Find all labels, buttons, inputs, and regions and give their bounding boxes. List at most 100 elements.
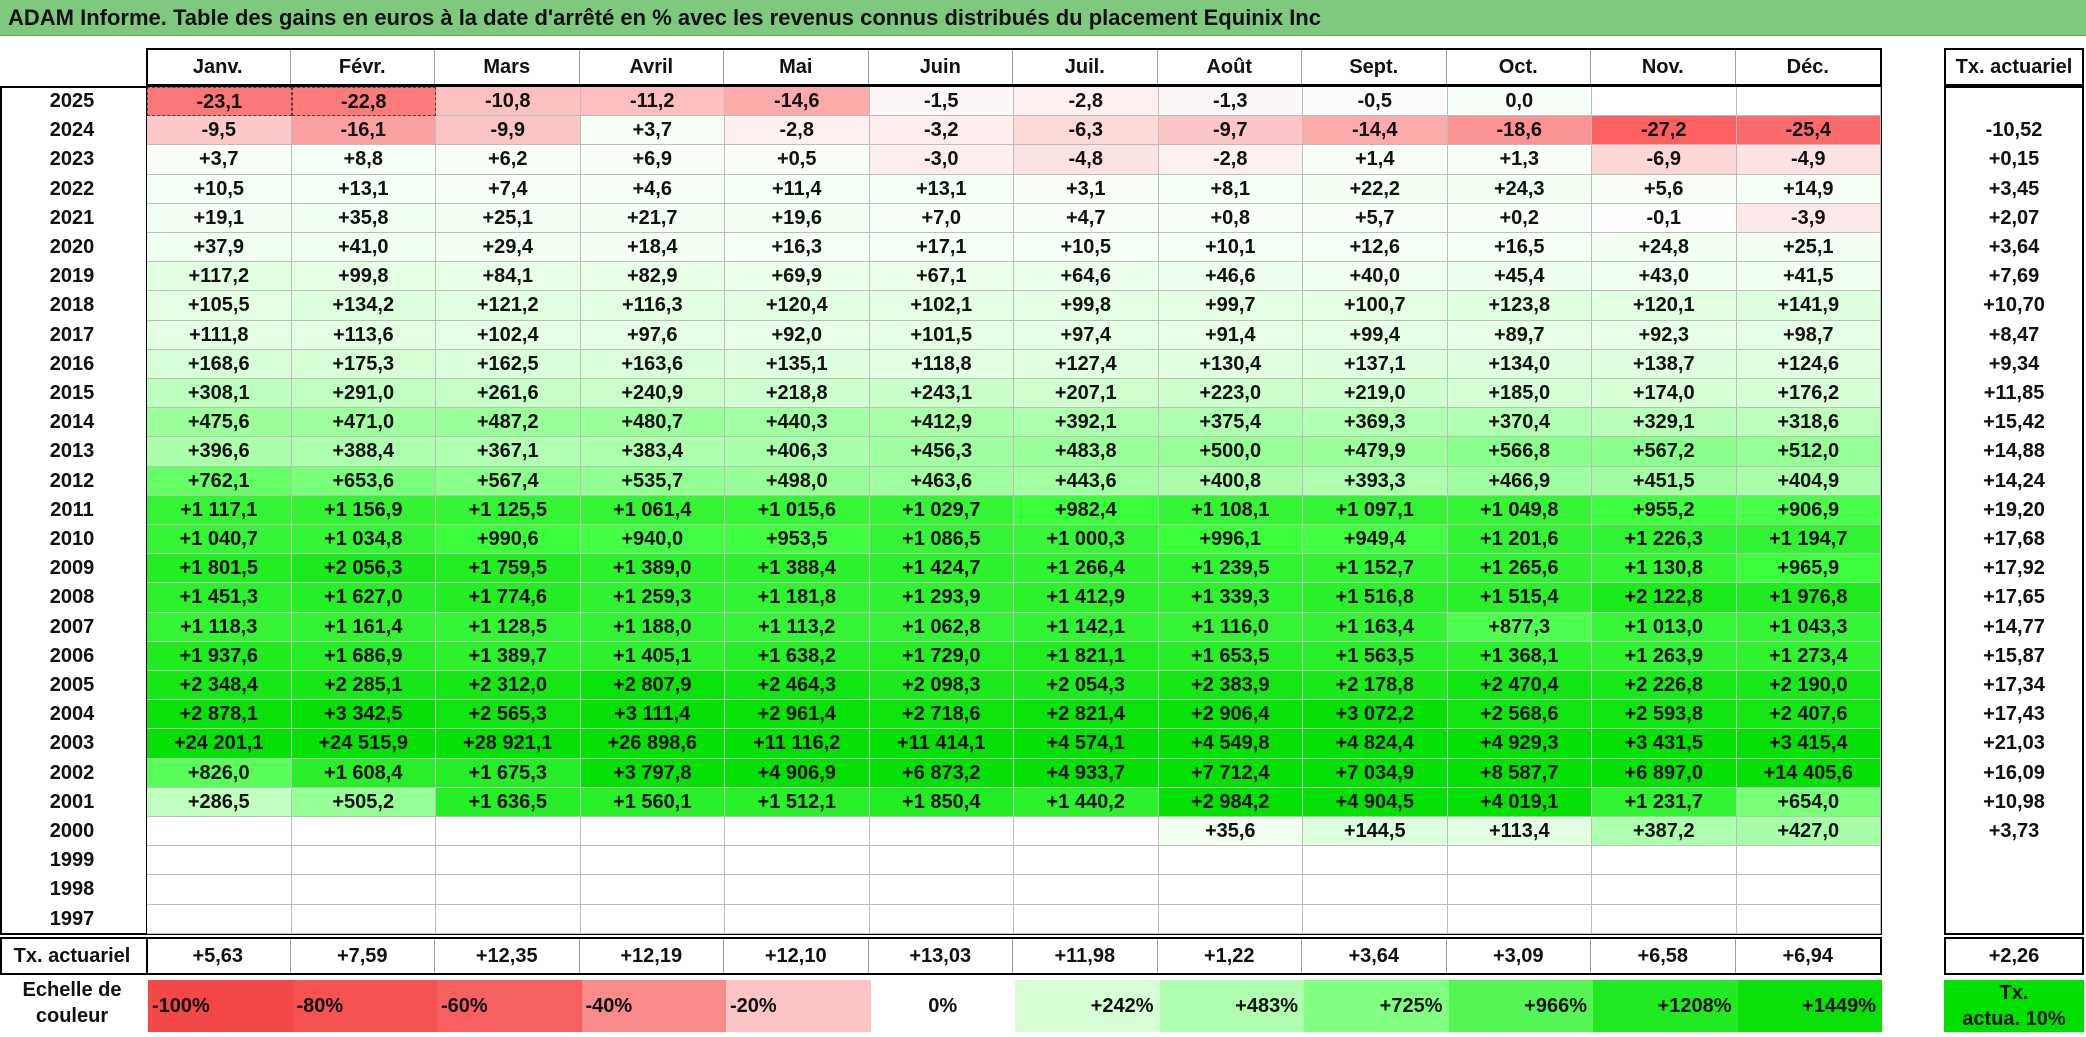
table-cell: +1 774,6 <box>436 583 581 613</box>
table-cell: +4,7 <box>1014 203 1159 233</box>
tx-value: +7,69 <box>1988 265 2040 288</box>
table-cell: +1 142,1 <box>1014 612 1159 642</box>
table-cell: +1 108,1 <box>1158 495 1303 525</box>
table-cell: +1,3 <box>1447 145 1592 175</box>
table-cell: +1 201,6 <box>1447 525 1592 555</box>
table-cell <box>1736 846 1881 876</box>
table-cell: +120,4 <box>725 291 870 321</box>
tx-value: +11,85 <box>1983 382 2045 404</box>
tx-value: +3,73 <box>1988 820 2040 842</box>
tx-value <box>1944 846 2084 875</box>
table-cell: +1 759,5 <box>436 554 581 584</box>
table-cell: +877,3 <box>1447 612 1592 642</box>
table-cell: +1 368,1 <box>1447 641 1592 671</box>
table-cell: +1 113,2 <box>725 612 870 642</box>
month-header-6: Juin <box>869 50 1013 84</box>
table-cell: +2 821,4 <box>1014 700 1159 730</box>
table-cell: +2 285,1 <box>291 671 436 701</box>
table-cell: +965,9 <box>1736 554 1881 584</box>
table-cell: +369,3 <box>1303 408 1448 438</box>
table-cell: +1 226,3 <box>1592 525 1737 555</box>
table-cell: +176,2 <box>1736 379 1881 409</box>
table-cell: +174,0 <box>1592 379 1737 409</box>
table-cell: +8,8 <box>291 145 436 175</box>
table-cell: +19,1 <box>147 203 292 233</box>
table-cell: +6 873,2 <box>869 758 1014 788</box>
table-cell: -3,0 <box>869 145 1014 175</box>
table-cell: +367,1 <box>436 437 581 467</box>
tx-value: -10,52 <box>1985 119 2043 142</box>
table-cell: +24,8 <box>1592 233 1737 263</box>
table-cell: +117,2 <box>147 262 292 292</box>
table-cell: +2 098,3 <box>869 671 1014 701</box>
table-cell: -4,8 <box>1014 145 1159 175</box>
year-label: 2009 <box>49 557 95 580</box>
table-cell: +3 072,2 <box>1303 700 1448 730</box>
table-cell <box>1592 875 1737 905</box>
table-cell: +949,4 <box>1303 525 1448 555</box>
table-cell: +1 976,8 <box>1736 583 1881 613</box>
table-cell: +102,1 <box>869 291 1014 321</box>
table-cell: -27,2 <box>1592 116 1737 146</box>
table-cell: +1 156,9 <box>291 495 436 525</box>
table-cell: +1 188,0 <box>580 612 725 642</box>
table-cell: +240,9 <box>580 379 725 409</box>
table-cell: +487,2 <box>436 408 581 438</box>
table-cell: +137,1 <box>1303 349 1448 379</box>
table-cell: +92,0 <box>725 320 870 350</box>
table-cell: +826,0 <box>147 758 292 788</box>
table-cell: -6,9 <box>1592 145 1737 175</box>
table-cell <box>436 817 581 847</box>
table-cell <box>291 817 436 847</box>
table-cell <box>1592 846 1737 876</box>
tx-value: +15,87 <box>1983 644 2045 667</box>
year-label: 2021 <box>49 206 95 229</box>
table-cell <box>1014 817 1159 847</box>
table-cell <box>1447 904 1592 934</box>
table-cell: +1 627,0 <box>291 583 436 613</box>
table-cell: +84,1 <box>436 262 581 292</box>
table-cell: +6,9 <box>580 145 725 175</box>
color-scale-swatch: +1208% <box>1593 980 1738 1032</box>
table-cell: +318,6 <box>1736 408 1881 438</box>
table-cell: +1 560,1 <box>580 787 725 817</box>
table-cell: +28 921,1 <box>436 729 581 759</box>
table-cell: +218,8 <box>725 379 870 409</box>
table-cell: +1 653,5 <box>1158 641 1303 671</box>
table-cell: +479,9 <box>1303 437 1448 467</box>
table-cell: +243,1 <box>869 379 1014 409</box>
table-cell: +1 194,7 <box>1736 525 1881 555</box>
table-cell: +121,2 <box>436 291 581 321</box>
table-cell: +1 563,5 <box>1303 641 1448 671</box>
table-cell: -2,8 <box>1158 145 1303 175</box>
table-cell: +13,1 <box>869 174 1014 204</box>
table-cell: +261,6 <box>436 379 581 409</box>
table-cell: +113,4 <box>1447 817 1592 847</box>
year-label: 2011 <box>50 498 94 521</box>
table-cell <box>147 875 292 905</box>
month-header-10: Oct. <box>1447 50 1591 84</box>
tx-value: +3,45 <box>1988 177 2040 200</box>
year-label: 2017 <box>49 323 95 346</box>
table-cell: +163,6 <box>580 349 725 379</box>
table-cell: +138,7 <box>1592 349 1737 379</box>
table-cell <box>1303 846 1448 876</box>
color-scale-swatch: +483% <box>1159 980 1304 1032</box>
table-cell: +223,0 <box>1158 379 1303 409</box>
table-cell: +1 638,2 <box>725 641 870 671</box>
year-label: 2006 <box>49 644 95 667</box>
table-cell: -1,3 <box>1158 87 1303 117</box>
table-cell: +1 117,1 <box>147 495 292 525</box>
table-cell: -9,9 <box>436 116 581 146</box>
table-cell: +13,1 <box>291 174 436 204</box>
table-cell: +2 718,6 <box>869 700 1014 730</box>
table-cell: +1 040,7 <box>147 525 292 555</box>
table-cell: +11 414,1 <box>869 729 1014 759</box>
table-cell: +116,3 <box>580 291 725 321</box>
table-cell: +475,6 <box>147 408 292 438</box>
year-label: 2022 <box>49 177 95 200</box>
table-cell: +35,6 <box>1158 817 1303 847</box>
table-cell: +97,4 <box>1014 320 1159 350</box>
table-cell: +127,4 <box>1014 349 1159 379</box>
table-cell: +1 515,4 <box>1447 583 1592 613</box>
